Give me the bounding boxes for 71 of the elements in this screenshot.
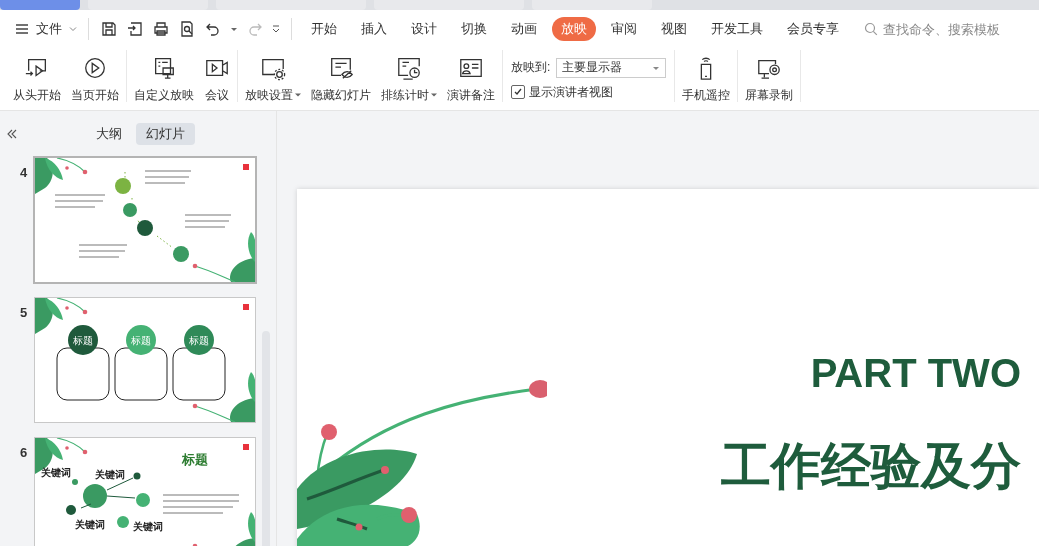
checkbox[interactable] <box>511 85 525 99</box>
ribbon-tab[interactable]: 视图 <box>652 17 696 41</box>
leaf-drawing <box>35 158 88 194</box>
print-preview-icon[interactable] <box>178 20 196 38</box>
text-lines-drawing <box>145 170 191 184</box>
ribbon-button[interactable]: 自定义放映 <box>129 52 199 106</box>
circle-title: 标题 <box>73 335 93 346</box>
card-outline <box>172 347 226 401</box>
ribbon-button[interactable]: 隐藏幻灯片 <box>306 52 376 106</box>
ribbon-button[interactable]: 从头开始 <box>8 52 66 106</box>
ribbon-tab[interactable]: 切换 <box>452 17 496 41</box>
keyword-label: 关键词 <box>75 519 105 530</box>
ribbon-tab[interactable]: 开始 <box>302 17 346 41</box>
customize-caret-icon[interactable] <box>271 24 281 34</box>
keyword-label: 关键词 <box>41 467 71 478</box>
text-lines-drawing <box>185 214 231 228</box>
keyword-label: 关键词 <box>133 521 163 532</box>
panel-tab[interactable]: 大纲 <box>86 123 132 145</box>
title-circle <box>184 325 214 355</box>
leaf-drawing <box>35 298 88 334</box>
display-label: 放映到: <box>511 59 551 76</box>
slide-number: 5 <box>20 305 26 320</box>
print-icon[interactable] <box>152 20 170 38</box>
collapse-icon[interactable] <box>6 128 18 140</box>
search-icon <box>864 22 878 36</box>
ribbon-button[interactable]: 手机遥控 <box>677 52 736 106</box>
ribbon-tab[interactable]: 动画 <box>502 17 546 41</box>
panel-tab[interactable]: 幻灯片 <box>136 123 195 145</box>
title-circle <box>68 325 98 355</box>
logo-icon <box>243 304 249 310</box>
slide-thumbnail[interactable]: 标题 关键词 关键词 关键词 关键词 <box>34 437 256 546</box>
ribbon-button[interactable]: 演讲备注 <box>442 52 500 106</box>
ribbon-tab[interactable]: 会员专享 <box>778 17 848 41</box>
card-outline <box>56 347 110 401</box>
title-circle <box>126 325 156 355</box>
slide-number: 4 <box>20 165 26 180</box>
text-lines-drawing <box>55 194 105 208</box>
caret-icon <box>295 92 301 98</box>
leaf-drawing <box>192 372 255 422</box>
card-outline <box>114 347 168 401</box>
keyword-label: 关键词 <box>95 469 125 480</box>
slide-number: 6 <box>20 445 26 460</box>
logo-icon <box>243 444 249 450</box>
ribbon-button[interactable]: 排练计时 <box>376 52 442 106</box>
file-menu[interactable]: 文件 <box>36 20 62 38</box>
slide-title: 工作经验及分 <box>721 441 1021 491</box>
slide-thumbnail[interactable]: 标题 标题 标题 <box>34 297 256 423</box>
logo-icon <box>243 164 249 170</box>
ribbon-tab[interactable]: 设计 <box>402 17 446 41</box>
search-field[interactable]: 查找命令、搜索模板 <box>864 20 1013 38</box>
caret-icon <box>431 92 437 98</box>
ribbon-button[interactable]: 会议 <box>199 52 235 106</box>
slide-thumbnail[interactable] <box>33 156 257 284</box>
ribbon-button[interactable]: 当页开始 <box>66 52 124 106</box>
ribbon-tab[interactable]: 开发工具 <box>702 17 772 41</box>
save-icon[interactable] <box>100 20 118 38</box>
export-icon[interactable] <box>126 20 144 38</box>
circle-title: 标题 <box>131 335 151 346</box>
display-select[interactable]: 主要显示器 <box>556 57 667 78</box>
slide-title: 标题 <box>182 452 208 467</box>
menu-icon[interactable] <box>14 21 30 37</box>
text-lines-drawing <box>79 244 127 258</box>
slide-heading: PART TWO <box>810 353 1021 393</box>
leaf-drawing <box>192 232 255 282</box>
checkmark-icon <box>513 87 523 97</box>
presenter-view-checkbox[interactable]: 显示演讲者视图 <box>511 83 667 101</box>
ribbon-button[interactable]: 屏幕录制 <box>740 52 799 106</box>
ribbon-button[interactable]: 放映设置 <box>240 52 306 106</box>
circle-title: 标题 <box>189 335 209 346</box>
ribbon-tab[interactable]: 插入 <box>352 17 396 41</box>
ribbon-tab[interactable]: 审阅 <box>602 17 646 41</box>
